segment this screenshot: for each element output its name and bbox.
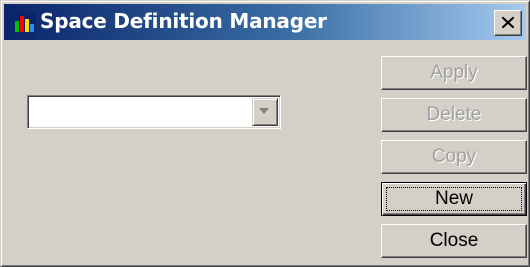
apply-button[interactable]: Apply — [381, 56, 527, 90]
dropdown-arrow-button[interactable] — [252, 98, 278, 126]
window-title: Space Definition Manager — [40, 9, 327, 33]
close-icon — [502, 17, 514, 28]
new-button[interactable]: New — [381, 182, 527, 216]
close-window-button[interactable] — [494, 10, 522, 36]
app-icon — [14, 13, 36, 33]
delete-button[interactable]: Delete — [381, 98, 527, 132]
close-button[interactable]: Close — [381, 224, 527, 258]
copy-button[interactable]: Copy — [381, 140, 527, 174]
space-definition-manager-window: Space Definition Manager Apply Delete Co… — [0, 0, 530, 267]
chevron-down-icon — [259, 108, 269, 114]
title-bar[interactable]: Space Definition Manager — [4, 4, 526, 40]
space-definition-dropdown[interactable] — [27, 95, 281, 129]
